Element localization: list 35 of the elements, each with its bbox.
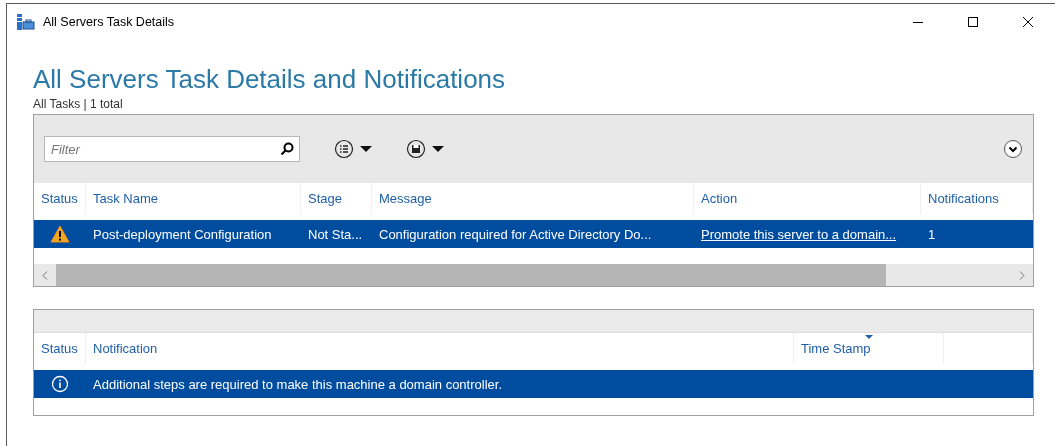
expand-button[interactable]	[1003, 139, 1023, 159]
column-header[interactable]: Action	[694, 183, 921, 214]
horizontal-scrollbar[interactable]	[34, 264, 1033, 286]
page-heading: All Servers Task Details and Notifications	[33, 64, 507, 94]
table-cell-text: Additional steps are required to make this machine a domain controller.	[92, 376, 503, 392]
column-header[interactable]: Time Stamp	[794, 333, 944, 364]
column-header[interactable]: Status	[34, 183, 86, 214]
table-cell-text: Post-deployment Configuration	[92, 226, 273, 242]
maximize-icon	[966, 16, 979, 28]
scroll-left-icon[interactable]	[42, 270, 48, 280]
close-icon	[1021, 16, 1034, 28]
scroll-right-icon[interactable]	[1019, 270, 1025, 280]
task-row[interactable]: Post-deployment Configuration Not Sta... Configuration required for Active Directory Do... Promote this server to a domain... 1	[34, 220, 1033, 248]
save-query-button[interactable]	[406, 139, 444, 159]
window-title: All Servers Task Details	[43, 15, 176, 29]
task-count: All Tasks | 1 total	[33, 97, 124, 111]
view-options-button[interactable]	[334, 139, 372, 159]
server-tools-icon	[17, 14, 35, 30]
column-header[interactable]: Message	[372, 183, 694, 214]
action-link[interactable]: Promote this server to a domain...	[694, 227, 897, 242]
table-cell-text: 1	[927, 226, 937, 242]
column-header[interactable]: Notification	[86, 333, 794, 364]
column-header[interactable]: Stage	[301, 183, 372, 214]
warning-icon	[50, 225, 70, 243]
caret-icon	[432, 145, 444, 153]
table-cell-text: Configuration required for Active Directory Do...	[378, 226, 653, 242]
column-header[interactable]: Status	[34, 333, 86, 364]
search-icon	[280, 142, 294, 156]
filter-field[interactable]: Filter	[44, 136, 300, 162]
column-header[interactable]: Task Name	[86, 183, 301, 214]
table-cell-text: Not Sta...	[307, 226, 364, 242]
info-icon	[51, 375, 69, 393]
notification-row[interactable]: Additional steps are required to make this machine a domain controller.	[34, 370, 1033, 398]
column-header[interactable]: Notifications	[921, 183, 1033, 214]
caret-icon	[360, 145, 372, 153]
